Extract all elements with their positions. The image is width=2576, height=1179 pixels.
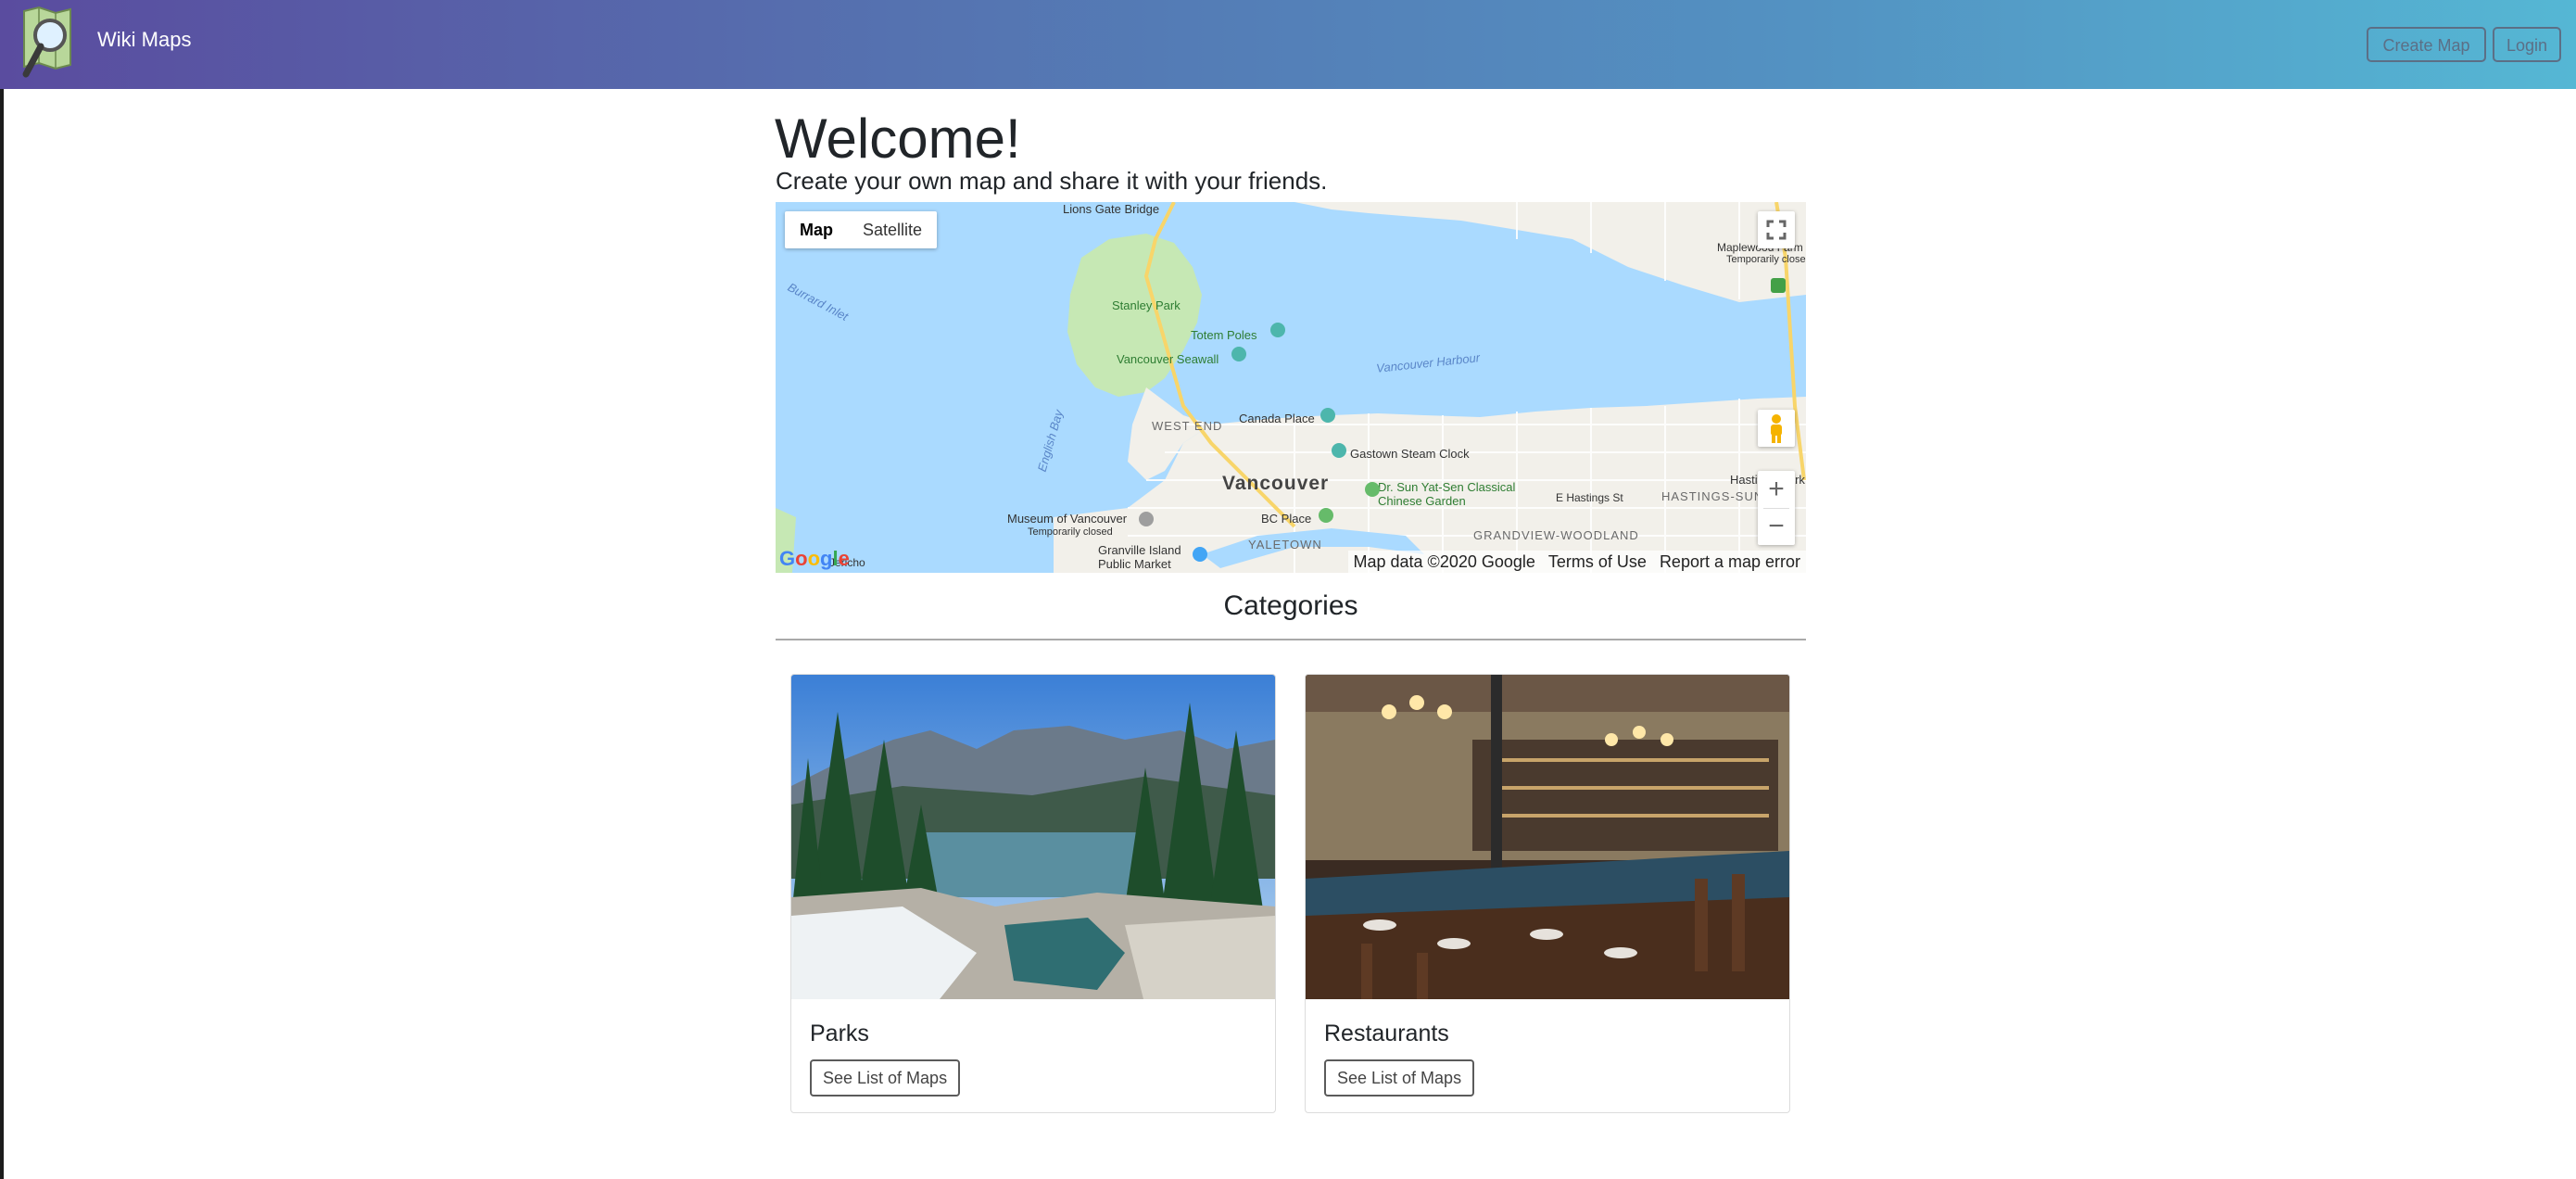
zoom-control: + − (1758, 471, 1795, 545)
street-view-pegman-button[interactable] (1758, 410, 1795, 447)
zoom-divider (1763, 508, 1789, 509)
fullscreen-icon (1766, 220, 1787, 240)
see-list-of-maps-button[interactable]: See List of Maps (810, 1059, 961, 1097)
google-logo-letter: o (795, 547, 808, 570)
map-type-map-button[interactable]: Map (785, 211, 848, 248)
map-label: Granville Island Public Market (1098, 543, 1181, 571)
categories-heading: Categories (1223, 590, 1358, 621)
map-label: GRANDVIEW-WOODLAND (1473, 528, 1639, 542)
map-label: Museum of Vancouver (1007, 512, 1128, 526)
farm-pin-icon[interactable] (1771, 278, 1786, 293)
museum-pin-icon[interactable] (1139, 512, 1154, 526)
map-data-credit: Map data ©2020 Google (1353, 552, 1535, 571)
map-label: Dr. Sun Yat-Sen Classical Chinese Garden (1378, 480, 1516, 508)
category-card-restaurants: Restaurants See List of Maps (1305, 674, 1790, 1113)
map-label: Lions Gate Bridge (1063, 202, 1160, 216)
map-label: WEST END (1152, 419, 1223, 433)
google-logo-letter: o (807, 547, 821, 570)
page-subtitle: Create your own map and share it with yo… (776, 167, 1328, 195)
park-pin-icon[interactable] (1270, 323, 1285, 337)
map-type-control: Map Satellite (785, 211, 938, 248)
page-title: Welcome! (775, 108, 1021, 170)
see-list-of-maps-button[interactable]: See List of Maps (1324, 1059, 1475, 1097)
card-title: Parks (810, 1021, 869, 1046)
park-pin-icon[interactable] (1231, 347, 1246, 361)
garden-pin-icon[interactable] (1365, 482, 1380, 497)
login-button[interactable]: Login (2493, 27, 2561, 62)
map-view[interactable]: Lions Gate Bridge Stanley Park Totem Pol… (776, 202, 1806, 573)
parks-image (791, 675, 1275, 999)
fullscreen-button[interactable] (1758, 211, 1795, 248)
google-logo-letter: G (779, 547, 796, 570)
map-label: Canada Place (1239, 412, 1315, 425)
map-attribution: Map data ©2020 Google Terms of Use Repor… (1347, 551, 1806, 573)
create-map-button[interactable]: Create Map (2367, 27, 2486, 62)
map-label: Vancouver Seawall (1117, 352, 1219, 366)
card-title: Restaurants (1324, 1021, 1449, 1046)
map-magnifier-logo-icon[interactable] (17, 6, 78, 80)
navbar: Wiki Maps Create Map Login (0, 0, 2576, 89)
attraction-pin-icon[interactable] (1320, 408, 1335, 423)
map-label: YALETOWN (1248, 538, 1322, 551)
map-label: Totem Poles (1191, 328, 1257, 342)
zoom-in-button[interactable]: + (1758, 471, 1795, 508)
map-label: Temporarily closed (1028, 526, 1113, 538)
categories-divider (776, 639, 1806, 640)
google-logo-letter: g (820, 547, 833, 570)
attraction-pin-icon[interactable] (1332, 443, 1346, 458)
map-label: BC Place (1261, 512, 1312, 526)
terms-of-use-link[interactable]: Terms of Use (1548, 551, 1647, 573)
zoom-out-button[interactable]: − (1758, 508, 1795, 545)
map-label: Temporarily closed (1726, 254, 1806, 265)
market-pin-icon[interactable] (1193, 547, 1207, 562)
restaurants-image (1306, 675, 1789, 999)
window-edge (0, 89, 4, 1179)
map-label: Gastown Steam Clock (1350, 447, 1470, 461)
brand-title[interactable]: Wiki Maps (97, 28, 191, 52)
report-map-error-link[interactable]: Report a map error (1660, 551, 1800, 573)
pegman-icon (1771, 414, 1782, 443)
google-logo: Google (779, 547, 850, 571)
map-label: Stanley Park (1112, 298, 1181, 312)
category-card-parks: Parks See List of Maps (790, 674, 1276, 1113)
stadium-pin-icon[interactable] (1319, 508, 1333, 523)
google-logo-letter: e (838, 547, 850, 570)
map-type-satellite-button[interactable]: Satellite (848, 211, 937, 248)
map-label: Vancouver (1222, 473, 1330, 494)
map-label: E Hastings St (1556, 491, 1623, 504)
